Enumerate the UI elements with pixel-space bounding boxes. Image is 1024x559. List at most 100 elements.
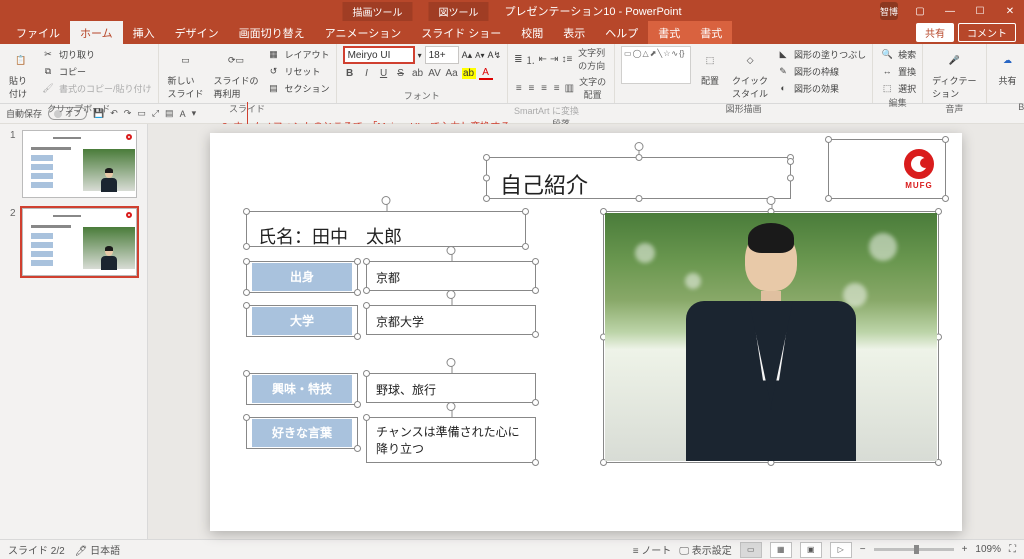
replace-button[interactable]: ↔置換: [879, 63, 916, 79]
strike-button[interactable]: S: [394, 68, 408, 79]
minimize-button[interactable]: —: [936, 0, 964, 22]
shadow-button[interactable]: ab: [411, 68, 425, 79]
ribbon-display-options-icon[interactable]: ▢: [906, 0, 934, 22]
resize-handle[interactable]: [354, 445, 361, 452]
indent-inc-button[interactable]: ⇥: [550, 54, 558, 65]
qat-icon-2[interactable]: ⤢: [152, 108, 159, 119]
sorter-view-button[interactable]: ▦: [770, 542, 792, 558]
tab-help[interactable]: ヘルプ: [595, 21, 648, 44]
reset-button[interactable]: ↺リセット: [266, 63, 330, 79]
rotate-handle-icon[interactable]: [447, 290, 456, 299]
shape-effects-button[interactable]: ◐図形の効果: [775, 80, 866, 96]
resize-handle[interactable]: [522, 243, 529, 250]
tab-picture-format[interactable]: 書式: [690, 21, 732, 44]
close-button[interactable]: ✕: [996, 0, 1024, 22]
zoom-slider[interactable]: [874, 548, 954, 551]
resize-handle[interactable]: [243, 302, 250, 309]
arrange-button[interactable]: ⬚配置: [695, 46, 725, 89]
shape-outline-button[interactable]: ✎図形の枠線: [775, 63, 866, 79]
char-spacing-button[interactable]: AV: [428, 68, 442, 79]
slide-position[interactable]: スライド 2/2: [8, 542, 65, 557]
zoom-level[interactable]: 109%: [975, 544, 1001, 555]
resize-handle[interactable]: [483, 195, 490, 202]
paste-button[interactable]: 📋 貼り付け: [6, 46, 36, 102]
slider-thumb-icon[interactable]: [914, 545, 919, 554]
resize-handle[interactable]: [635, 154, 642, 161]
highlight-button[interactable]: ab: [462, 68, 476, 79]
resize-handle[interactable]: [354, 333, 361, 340]
notes-button[interactable]: ≡ ノート: [633, 542, 672, 557]
resize-handle[interactable]: [532, 459, 539, 466]
user-avatar[interactable]: 智博: [880, 2, 898, 20]
resize-handle[interactable]: [243, 258, 250, 265]
language-status[interactable]: 🖊 日本語: [75, 542, 120, 557]
rotate-handle-icon[interactable]: [447, 246, 456, 255]
resize-handle[interactable]: [243, 370, 250, 377]
slide[interactable]: 自己紹介 氏名：田中 太郎 出身 京都 大学 京都大学 興味・特技 野球、旅行 …: [210, 133, 962, 531]
tab-design[interactable]: デザイン: [165, 21, 229, 44]
share-button[interactable]: 共有: [916, 23, 954, 42]
justify-button[interactable]: ≡: [552, 83, 562, 94]
resize-handle[interactable]: [942, 195, 949, 202]
fit-to-window-button[interactable]: ⛶: [1009, 544, 1016, 555]
clear-format-icon[interactable]: A↯: [487, 50, 501, 61]
zoom-in-button[interactable]: +: [962, 544, 968, 555]
line-spacing-button[interactable]: ↕≡: [561, 54, 572, 65]
resize-handle[interactable]: [243, 414, 250, 421]
resize-handle[interactable]: [363, 302, 370, 309]
indent-dec-button[interactable]: ⇤: [539, 54, 547, 65]
font-name-dropdown-icon[interactable]: ▾: [418, 51, 422, 60]
resize-handle[interactable]: [522, 208, 529, 215]
tab-slideshow[interactable]: スライド ショー: [411, 21, 511, 44]
font-size-input[interactable]: 18+: [425, 46, 459, 64]
smartart-convert-button[interactable]: SmartArt に変換: [514, 104, 579, 117]
columns-button[interactable]: ▥: [565, 83, 575, 94]
bullets-button[interactable]: ≣: [514, 54, 522, 65]
tab-home[interactable]: ホーム: [70, 21, 123, 44]
slide-thumbnail-1[interactable]: [22, 130, 137, 198]
resize-handle[interactable]: [532, 331, 539, 338]
italic-button[interactable]: I: [360, 68, 374, 79]
align-right-button[interactable]: ≡: [539, 83, 549, 94]
rotate-handle-icon[interactable]: [447, 402, 456, 411]
slide-canvas-area[interactable]: 自己紹介 氏名：田中 太郎 出身 京都 大学 京都大学 興味・特技 野球、旅行 …: [148, 124, 1024, 539]
tab-insert[interactable]: 挿入: [123, 21, 165, 44]
resize-handle[interactable]: [532, 287, 539, 294]
resize-handle[interactable]: [532, 399, 539, 406]
resize-handle[interactable]: [787, 174, 794, 181]
resize-handle[interactable]: [635, 195, 642, 202]
tab-drawing-format[interactable]: 書式: [648, 21, 690, 44]
display-settings-button[interactable]: 🖵 表示設定: [679, 542, 731, 557]
resize-handle[interactable]: [243, 208, 250, 215]
format-painter-button[interactable]: 🖌書式のコピー/貼り付け: [40, 80, 152, 96]
dictate-button[interactable]: 🎤ディクテー ション: [929, 46, 979, 102]
resize-handle[interactable]: [243, 243, 250, 250]
resize-handle[interactable]: [354, 289, 361, 296]
layout-button[interactable]: ▦レイアウト: [266, 46, 330, 62]
tab-file[interactable]: ファイル: [6, 21, 70, 44]
find-button[interactable]: 🔍検索: [879, 46, 916, 62]
resize-handle[interactable]: [363, 414, 370, 421]
shapes-gallery[interactable]: ▭◯△⬈╲☆∿{}: [621, 46, 691, 84]
resize-handle[interactable]: [243, 289, 250, 296]
bold-button[interactable]: B: [343, 68, 357, 79]
underline-button[interactable]: U: [377, 68, 391, 79]
select-button[interactable]: ⬚選択: [879, 80, 916, 96]
new-slide-button[interactable]: ▭新しい スライド: [165, 46, 207, 102]
cut-button[interactable]: ✂切り取り: [40, 46, 152, 62]
rotate-handle-icon[interactable]: [382, 196, 391, 205]
tab-review[interactable]: 校閲: [511, 21, 553, 44]
font-color-button[interactable]: A: [479, 67, 493, 80]
section-button[interactable]: ▤セクション: [266, 80, 330, 96]
tab-view[interactable]: 表示: [553, 21, 595, 44]
reuse-slides-button[interactable]: ⟳▭スライドの 再利用: [211, 46, 262, 102]
increase-font-icon[interactable]: A▴: [462, 50, 473, 61]
ribbon-share-button[interactable]: ☁共有: [993, 46, 1023, 89]
tab-animations[interactable]: アニメーション: [315, 21, 412, 44]
resize-handle[interactable]: [532, 258, 539, 265]
rotate-handle-icon[interactable]: [767, 196, 776, 205]
align-text-button[interactable]: 文字の配置: [577, 75, 608, 101]
slide-thumbnail-2[interactable]: [22, 208, 137, 276]
resize-handle[interactable]: [825, 136, 832, 143]
numbering-button[interactable]: ⒈: [526, 52, 536, 67]
